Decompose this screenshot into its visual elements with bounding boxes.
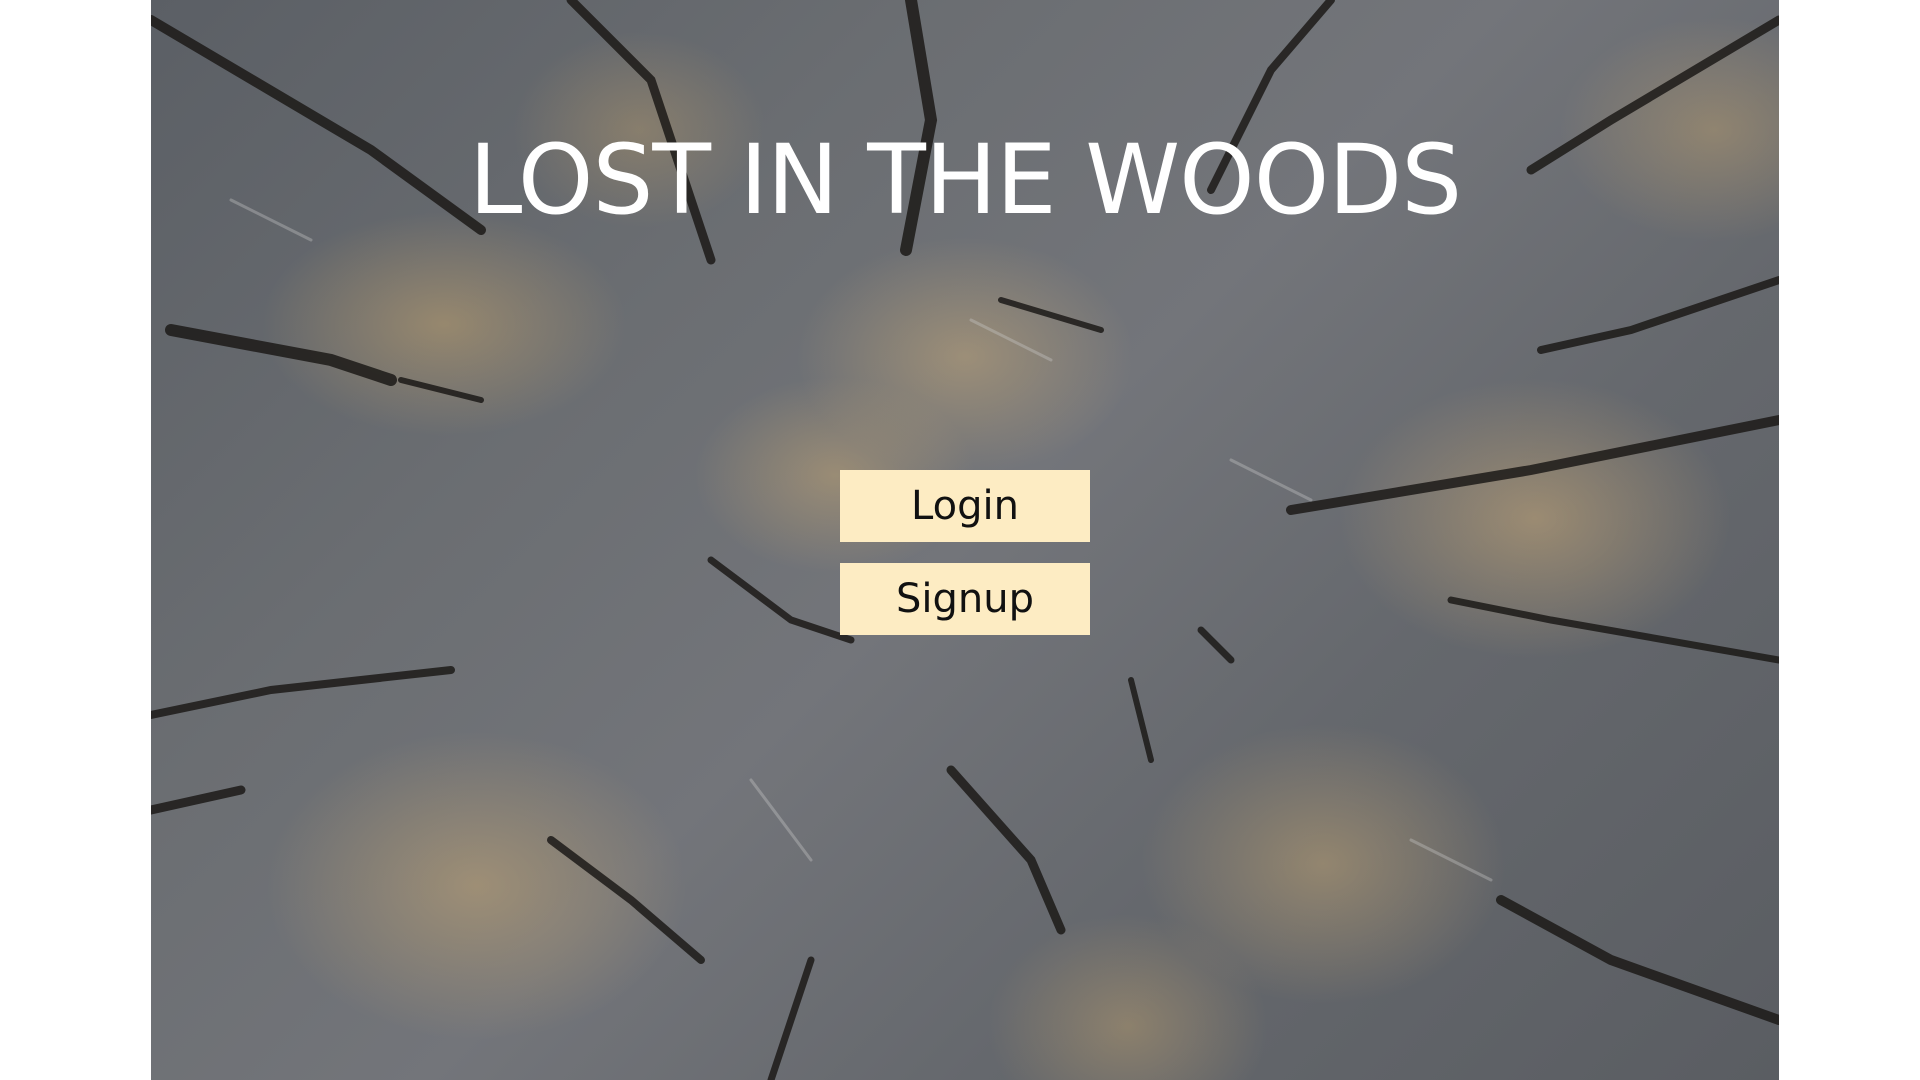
page-title: LOST IN THE WOODS xyxy=(468,124,1462,236)
page: LOST IN THE WOODS Login Signup xyxy=(0,0,1920,1080)
signup-button[interactable]: Signup xyxy=(840,563,1090,635)
login-button[interactable]: Login xyxy=(840,470,1090,542)
